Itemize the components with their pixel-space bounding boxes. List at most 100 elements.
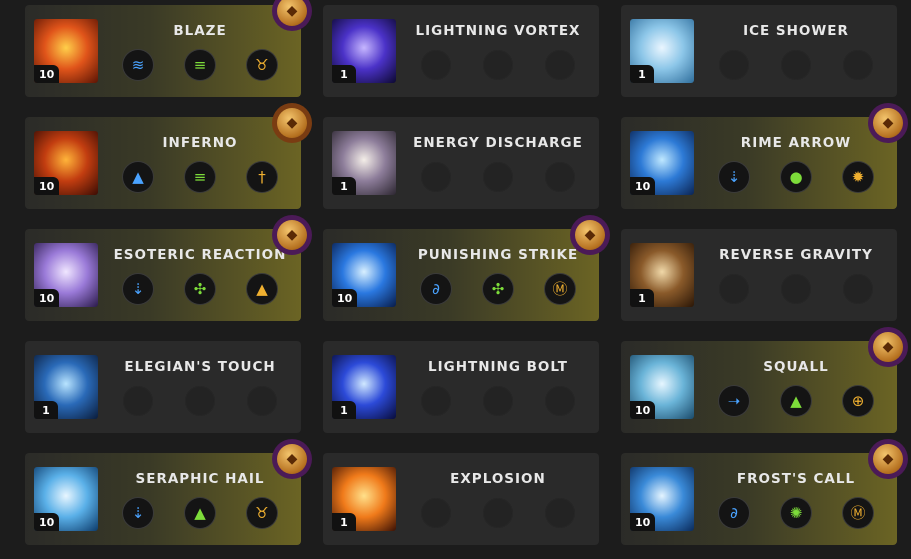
tripod-badge-icon[interactable]: ◆ — [868, 439, 908, 479]
skill-level: 1 — [332, 65, 356, 83]
empty-rune-slot[interactable] — [185, 386, 215, 416]
skill-card[interactable]: 10 FROST'S CALL ∂ ✺ Ⓜ ◆ — [621, 439, 908, 545]
rune-slot[interactable]: ∂ — [719, 498, 749, 528]
rune-slot[interactable]: Ⓜ — [545, 274, 575, 304]
rune-slot[interactable]: ≋ — [123, 50, 153, 80]
empty-rune-slot[interactable] — [123, 386, 153, 416]
empty-rune-slot[interactable] — [421, 162, 451, 192]
empty-rune-slot[interactable] — [545, 386, 575, 416]
rune-slot[interactable]: ✣ — [483, 274, 513, 304]
down-arrow-rune-icon: ⇣ — [727, 167, 741, 186]
tripod-badge-icon[interactable]: ◆ — [272, 103, 312, 143]
skill-card[interactable]: 1 ELEGIAN'S TOUCH — [25, 341, 301, 433]
rune-slot[interactable]: ✹ — [843, 162, 873, 192]
skill-icon: 10 — [630, 131, 694, 195]
skill-icon: 10 — [34, 131, 98, 195]
skill-card[interactable]: 10 SQUALL ➝ ▲ ⊕ ◆ — [621, 327, 908, 433]
skill-card[interactable]: 10 SERAPHIC HAIL ⇣ ▲ ♉ ◆ — [25, 439, 312, 545]
tripod-badge-icon[interactable]: ◆ — [868, 103, 908, 143]
rune-slot[interactable]: ▲ — [123, 162, 153, 192]
gate-rune-icon: Ⓜ — [850, 503, 866, 522]
empty-rune-slot[interactable] — [781, 274, 811, 304]
empty-rune-slot[interactable] — [421, 386, 451, 416]
rune-slot[interactable]: ✣ — [185, 274, 215, 304]
skill-card[interactable]: 10 INFERNO ▲ ≡ † ◆ — [25, 103, 312, 209]
skill-name: EXPLOSION — [450, 471, 546, 487]
skill-card[interactable]: 10 RIME ARROW ⇣ ● ✹ ◆ — [621, 103, 908, 209]
sword-rune-icon: † — [258, 167, 266, 186]
rune-slot[interactable]: ♉ — [247, 498, 277, 528]
rune-slot[interactable]: ≡ — [185, 162, 215, 192]
empty-rune-slot[interactable] — [545, 498, 575, 528]
skill-level: 10 — [332, 289, 358, 307]
tripod-badge-icon[interactable]: ◆ — [272, 215, 312, 255]
tripod-badge-icon[interactable]: ◆ — [272, 439, 312, 479]
skill-grid: 10 BLAZE ≋ ≡ ♉ ◆ 1 LIGHTNING VORTEX 1 ICE SHOWER 1… — [0, 0, 911, 559]
skill-icon: 1 — [332, 131, 396, 195]
skill-level: 10 — [630, 177, 656, 195]
skill-icon: 10 — [630, 467, 694, 531]
rune-slot[interactable]: ▲ — [781, 386, 811, 416]
rune-slot[interactable]: ➝ — [719, 386, 749, 416]
tripod-badge-icon[interactable]: ◆ — [570, 215, 610, 255]
empty-rune-slot[interactable] — [483, 162, 513, 192]
swirl-rune-icon: ✣ — [491, 279, 505, 298]
skill-card[interactable]: 1 LIGHTNING BOLT — [323, 341, 599, 433]
empty-rune-slot[interactable] — [843, 50, 873, 80]
skill-card[interactable]: 10 PUNISHING STRIKE ∂ ✣ Ⓜ ◆ — [323, 215, 610, 321]
empty-rune-slot[interactable] — [483, 498, 513, 528]
rune-slot[interactable]: ⇣ — [123, 498, 153, 528]
skill-icon: 1 — [332, 355, 396, 419]
empty-rune-slot[interactable] — [483, 386, 513, 416]
empty-rune-slot[interactable] — [545, 162, 575, 192]
skill-card[interactable]: 1 REVERSE GRAVITY — [621, 229, 897, 321]
spire-rune-icon: ▲ — [132, 167, 144, 186]
empty-rune-slot[interactable] — [843, 274, 873, 304]
waves-rune-icon: ≋ — [131, 55, 145, 74]
rune-slot[interactable]: ▲ — [185, 498, 215, 528]
flame-rune-icon: ▲ — [790, 391, 802, 410]
skill-level: 1 — [630, 65, 654, 83]
skill-icon: 1 — [630, 19, 694, 83]
skill-level: 10 — [34, 289, 60, 307]
skill-card[interactable]: 10 ESOTERIC REACTION ⇣ ✣ ▲ ◆ — [25, 215, 312, 321]
skill-card[interactable]: 1 EXPLOSION — [323, 453, 599, 545]
skill-card[interactable]: 1 LIGHTNING VORTEX — [323, 5, 599, 97]
skill-card[interactable]: 10 BLAZE ≋ ≡ ♉ ◆ — [25, 0, 312, 97]
down-arrow-rune-icon: ⇣ — [131, 279, 145, 298]
gate-rune-icon: Ⓜ — [552, 279, 568, 298]
empty-rune-slot[interactable] — [247, 386, 277, 416]
sun-rune-icon: ✹ — [851, 167, 865, 186]
empty-rune-slot[interactable] — [421, 50, 451, 80]
empty-rune-slot[interactable] — [483, 50, 513, 80]
empty-rune-slot[interactable] — [719, 50, 749, 80]
skill-card[interactable]: 1 ENERGY DISCHARGE — [323, 117, 599, 209]
tripod-badge-icon[interactable]: ◆ — [868, 327, 908, 367]
rune-slot[interactable]: ⊕ — [843, 386, 873, 416]
rune-slot[interactable]: Ⓜ — [843, 498, 873, 528]
swirl-rune-icon: ✣ — [193, 279, 207, 298]
rune-slot[interactable]: ● — [781, 162, 811, 192]
rune-slot[interactable]: ⇣ — [123, 274, 153, 304]
skill-card[interactable]: 1 ICE SHOWER — [621, 5, 897, 97]
rune-slot[interactable]: ≡ — [185, 50, 215, 80]
rune-slot[interactable]: ▲ — [247, 274, 277, 304]
empty-rune-slot[interactable] — [781, 50, 811, 80]
skill-icon: 10 — [34, 467, 98, 531]
empty-rune-slot[interactable] — [545, 50, 575, 80]
skill-icon: 10 — [34, 19, 98, 83]
skill-icon: 10 — [332, 243, 396, 307]
tripod-emblem-icon: ◆ — [277, 220, 307, 250]
rune-slot[interactable]: ∂ — [421, 274, 451, 304]
bull-rune-icon: ♉ — [255, 503, 269, 522]
rune-slot[interactable]: † — [247, 162, 277, 192]
rune-slot[interactable]: ♉ — [247, 50, 277, 80]
rune-slot[interactable]: ✺ — [781, 498, 811, 528]
empty-rune-slot[interactable] — [421, 498, 451, 528]
empty-rune-slot[interactable] — [719, 274, 749, 304]
spiral-rune-icon: ∂ — [730, 503, 738, 522]
skill-icon: 1 — [332, 467, 396, 531]
skill-level: 10 — [34, 177, 60, 195]
stack-rune-icon: ≡ — [193, 55, 207, 74]
rune-slot[interactable]: ⇣ — [719, 162, 749, 192]
